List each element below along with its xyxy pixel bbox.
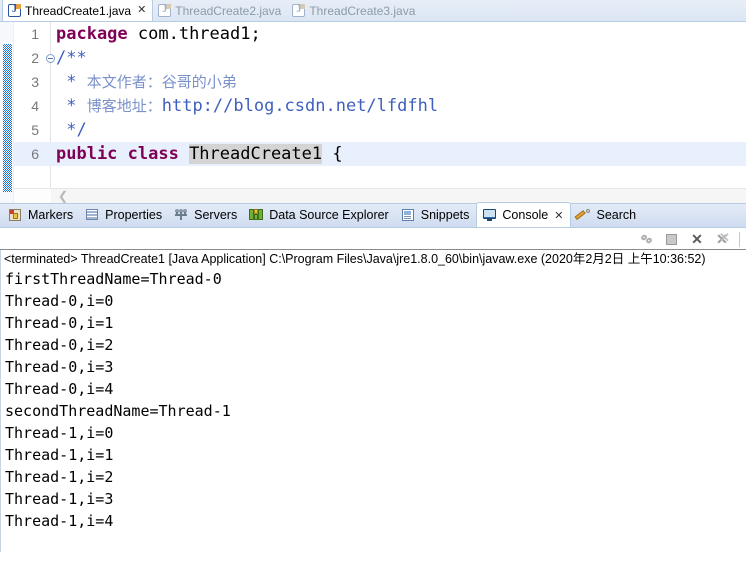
console-process-label: <terminated> ThreadCreate1 [Java Applica… bbox=[4, 252, 706, 266]
code-lines[interactable]: 1 package com.thread1; 2/** 3 * 本文作者：谷哥的小弟 4… bbox=[14, 22, 746, 203]
view-tab-label: Snippets bbox=[420, 208, 470, 222]
line-number: 6 bbox=[31, 146, 39, 162]
code-text: /** bbox=[56, 46, 87, 70]
view-tab-label: Data Source Explorer bbox=[269, 208, 389, 222]
code-token: * bbox=[56, 96, 87, 116]
view-tab-label: Properties bbox=[105, 208, 163, 222]
console-output-line: Thread-0,i=2 bbox=[5, 336, 114, 354]
console-output-line: Thread-1,i=0 bbox=[5, 424, 114, 442]
code-text: public class ThreadCreate1 { bbox=[56, 142, 343, 166]
code-text: * 博客地址：http://blog.csdn.net/lfdfhl bbox=[56, 94, 438, 119]
console-output-line: Thread-1,i=4 bbox=[5, 512, 114, 530]
view-tab-label: Console bbox=[502, 208, 549, 222]
editor-tab-1[interactable]: J ThreadCreate1.java ✕ bbox=[2, 0, 154, 21]
line-number: 4 bbox=[31, 98, 39, 114]
editor-tab-label: ThreadCreate2.java bbox=[175, 3, 282, 18]
console-output-line: Thread-1,i=1 bbox=[5, 446, 114, 464]
data-source-explorer-icon bbox=[249, 208, 264, 222]
line-number: 5 bbox=[31, 122, 39, 138]
code-token: { bbox=[322, 144, 343, 164]
code-token: */ bbox=[56, 120, 87, 140]
remove-launch-icon[interactable]: ✕ bbox=[689, 231, 705, 247]
pin-console-icon[interactable] bbox=[639, 231, 655, 247]
code-text: */ bbox=[56, 118, 87, 142]
console-icon bbox=[482, 208, 497, 222]
view-tab-search[interactable]: Search bbox=[571, 203, 643, 227]
view-tab-label: Servers bbox=[194, 208, 238, 222]
editor-horizontal-scrollbar[interactable]: ❮ bbox=[14, 188, 746, 203]
code-token: ThreadCreate1 bbox=[189, 144, 323, 164]
console-output-line: Thread-0,i=4 bbox=[5, 380, 114, 398]
code-editor[interactable]: 1 package com.thread1; 2/** 3 * 本文作者：谷哥的小弟 4… bbox=[0, 22, 746, 203]
view-tab-properties[interactable]: Properties bbox=[80, 203, 169, 227]
console-output-line: Thread-0,i=0 bbox=[5, 292, 114, 310]
code-line[interactable]: 5 */ bbox=[14, 118, 746, 142]
scrollbar-track[interactable] bbox=[14, 189, 51, 203]
code-token: * bbox=[56, 72, 87, 92]
code-line[interactable]: 1 package com.thread1; bbox=[14, 22, 746, 46]
console-output-line: Thread-1,i=2 bbox=[5, 468, 114, 486]
view-tab-label: Markers bbox=[28, 208, 74, 222]
java-file-icon: J bbox=[158, 4, 172, 17]
console-output-line: Thread-0,i=1 bbox=[5, 314, 114, 332]
view-tab-snippets[interactable]: Snippets bbox=[396, 203, 477, 227]
console-output-line: secondThreadName=Thread-1 bbox=[5, 402, 231, 420]
console-toolbar-icons: ✕ ✕ ✕ bbox=[639, 230, 740, 248]
view-tab-bar: Markers Properties Servers Data Source Expl… bbox=[0, 202, 746, 228]
search-icon bbox=[575, 208, 591, 222]
code-text: * 本文作者：谷哥的小弟 bbox=[56, 70, 237, 95]
code-token: 博客地址： bbox=[86, 98, 162, 115]
eclipse-ide-window: J ThreadCreate1.java ✕ J ThreadCreate2.java J… bbox=[0, 0, 746, 580]
code-line[interactable]: 2 /** bbox=[14, 46, 746, 70]
code-line[interactable]: 4 * 博客地址：http://blog.csdn.net/lfdfhl bbox=[14, 94, 746, 118]
view-tab-servers[interactable]: Servers bbox=[169, 203, 244, 227]
editor-tab-label: ThreadCreate1.java bbox=[25, 3, 132, 18]
code-text: package com.thread1; bbox=[56, 22, 261, 46]
console-output-lines: firstThreadName=Thread-0 Thread-0,i=0 Thre… bbox=[1, 268, 746, 532]
code-token: /** bbox=[56, 48, 87, 68]
view-tab-label: Search bbox=[596, 208, 637, 222]
properties-icon bbox=[85, 208, 100, 222]
change-marker bbox=[3, 44, 12, 192]
code-token: public class bbox=[56, 144, 190, 164]
console-output-line: Thread-0,i=3 bbox=[5, 358, 114, 376]
snippets-icon bbox=[401, 208, 416, 222]
toolbar-divider bbox=[739, 231, 740, 247]
code-token: package bbox=[56, 24, 128, 44]
close-icon[interactable]: ✕ bbox=[554, 209, 563, 222]
editor-tab-3[interactable]: J ThreadCreate3.java bbox=[287, 0, 421, 21]
editor-tab-bar: J ThreadCreate1.java ✕ J ThreadCreate2.java J… bbox=[0, 0, 746, 22]
annotation-rail[interactable] bbox=[0, 22, 14, 203]
line-number: 1 bbox=[31, 26, 39, 42]
remove-all-terminated-icon[interactable]: ✕ ✕ bbox=[714, 230, 730, 247]
markers-icon bbox=[8, 208, 23, 222]
code-token: com.thread1; bbox=[127, 24, 261, 44]
code-line[interactable]: 6 public class ThreadCreate1 { bbox=[14, 142, 746, 166]
console-toolbar: ✕ ✕ ✕ bbox=[0, 228, 746, 250]
line-number: 3 bbox=[31, 74, 39, 90]
editor-tab-label: ThreadCreate3.java bbox=[309, 3, 416, 18]
console-output-panel[interactable]: <terminated> ThreadCreate1 [Java Applica… bbox=[0, 250, 746, 552]
java-file-icon: J bbox=[8, 4, 21, 17]
servers-icon bbox=[174, 208, 189, 222]
console-output-line: Thread-1,i=3 bbox=[5, 490, 114, 508]
terminate-icon[interactable] bbox=[664, 231, 680, 247]
console-output-line: firstThreadName=Thread-0 bbox=[5, 270, 222, 288]
java-file-icon: J bbox=[292, 4, 306, 17]
close-icon[interactable]: ✕ bbox=[137, 5, 146, 16]
view-tab-console[interactable]: Console ✕ bbox=[476, 202, 572, 227]
line-number: 2 bbox=[31, 50, 39, 66]
code-token: 本文作者：谷哥的小弟 bbox=[86, 74, 237, 91]
editor-tab-2[interactable]: J ThreadCreate2.java bbox=[153, 0, 287, 21]
view-tab-markers[interactable]: Markers bbox=[3, 203, 80, 227]
view-tab-data-source-explorer[interactable]: Data Source Explorer bbox=[244, 203, 396, 227]
scroll-left-arrow[interactable]: ❮ bbox=[58, 189, 68, 203]
code-token: http://blog.csdn.net/lfdfhl bbox=[161, 96, 439, 116]
code-line[interactable]: 3 * 本文作者：谷哥的小弟 bbox=[14, 70, 746, 94]
remove-all-overlay: ✕ bbox=[719, 230, 730, 245]
